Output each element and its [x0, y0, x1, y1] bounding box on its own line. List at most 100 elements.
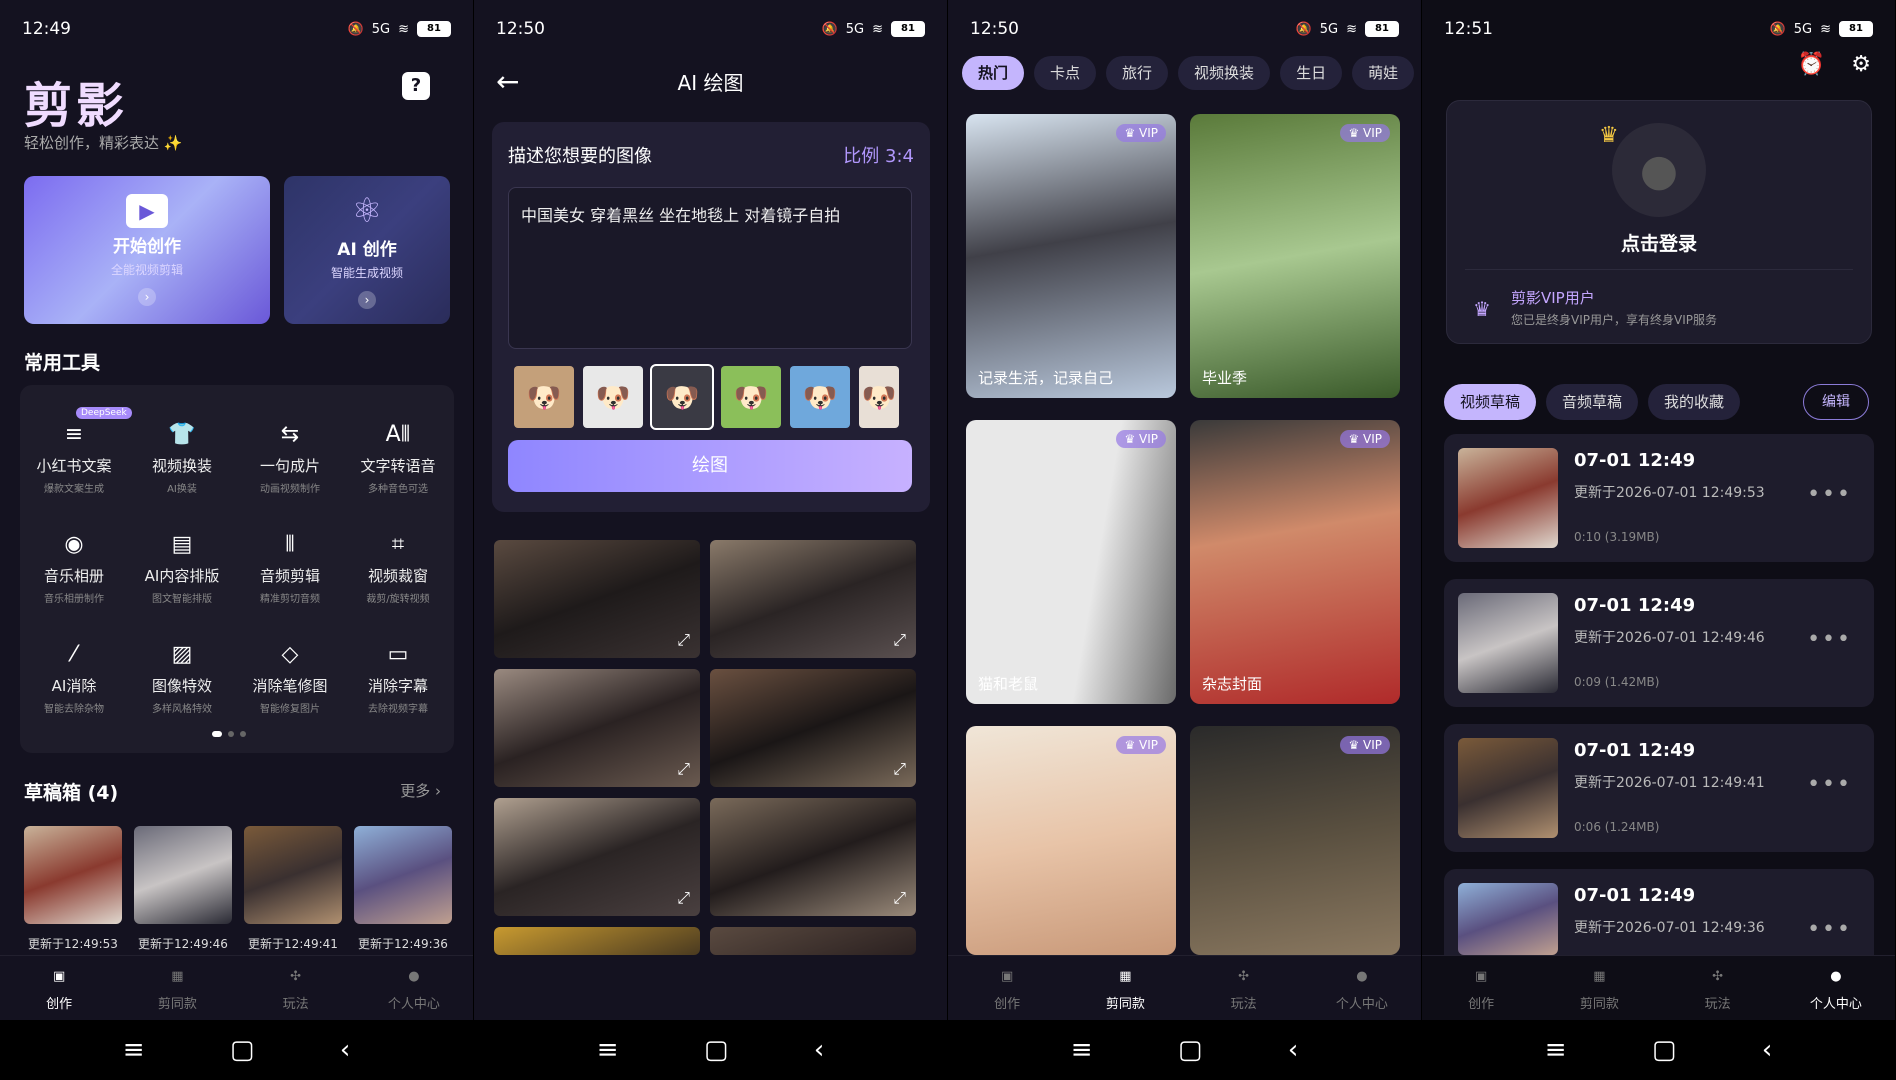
avatar[interactable]: ●	[1612, 123, 1706, 217]
template-title: 杂志封面	[1202, 675, 1263, 693]
chip-beat[interactable]: 卡点	[1034, 56, 1097, 90]
more-options-icon[interactable]: •••	[1807, 917, 1852, 942]
prompt-input[interactable]: 中国美女 穿着黑丝 坐在地毯上 对着镜子自拍	[508, 187, 912, 349]
draft-thumbnail[interactable]	[354, 826, 452, 924]
expand-icon[interactable]: ⤢	[677, 888, 690, 908]
template-card[interactable]: ♛ VIP	[1190, 726, 1400, 955]
edit-button[interactable]: 编辑	[1803, 384, 1869, 420]
more-options-icon[interactable]: •••	[1807, 482, 1852, 507]
menu-icon[interactable]: ≡	[597, 1035, 619, 1065]
template-card[interactable]: ♛ VIP 毕业季	[1190, 114, 1400, 398]
nav-create[interactable]: ▣ 创作	[1426, 956, 1536, 1020]
tool-item[interactable]: DeepSeek ≡ 小红书文案 爆款文案生成	[20, 407, 132, 495]
style-option[interactable]: 🐶	[583, 366, 643, 428]
draft-item[interactable]: 07-01 12:49 更新于2026-07-01 12:49:53 0:10 …	[1444, 434, 1874, 562]
chip-birthday[interactable]: 生日	[1280, 56, 1343, 90]
gear-icon[interactable]: ⚙	[1851, 52, 1871, 77]
generated-image[interactable]: ⤢	[710, 540, 916, 658]
generated-image[interactable]: ⤢	[494, 540, 700, 658]
tool-item[interactable]: ▭ 消除字幕 去除视频字幕	[344, 641, 452, 715]
nav-template[interactable]: ▦ 剪同款	[1070, 956, 1180, 1020]
status-time: 12:49	[22, 19, 71, 39]
style-option[interactable]: 🐶	[514, 366, 574, 428]
ai-create-card[interactable]: ⚛ AI 创作 智能生成视频 ›	[284, 176, 450, 324]
nav-profile[interactable]: ● 个人中心	[1307, 956, 1417, 1020]
home-icon[interactable]: ▢	[1652, 1035, 1677, 1065]
draft-item[interactable]: 07-01 12:49 更新于2026-07-01 12:49:36 •••	[1444, 869, 1874, 955]
generated-image[interactable]	[494, 927, 700, 955]
style-option[interactable]: 🐶	[859, 366, 899, 428]
back-icon[interactable]: ‹	[814, 1035, 824, 1065]
draft-label: 更新于12:49:46	[138, 937, 228, 951]
template-card[interactable]: ♛ VIP 杂志封面	[1190, 420, 1400, 704]
style-option[interactable]: 🐶	[721, 366, 781, 428]
draft-thumbnail[interactable]	[24, 826, 122, 924]
draft-thumbnail[interactable]	[244, 826, 342, 924]
expand-icon[interactable]: ⤢	[677, 630, 690, 650]
back-icon[interactable]: ‹	[340, 1035, 350, 1065]
home-icon[interactable]: ▢	[704, 1035, 729, 1065]
back-arrow-icon[interactable]: ←	[496, 65, 519, 98]
tool-item[interactable]: ▤ AI内容排版 图文智能排版	[128, 531, 236, 605]
home-icon[interactable]: ▢	[1178, 1035, 1203, 1065]
nav-play[interactable]: ✣ 玩法	[1663, 956, 1773, 1020]
menu-icon[interactable]: ≡	[1545, 1035, 1567, 1065]
login-button[interactable]: 点击登录	[1447, 229, 1871, 256]
generated-image[interactable]: ⤢	[710, 669, 916, 787]
tool-item[interactable]: ⌗ 视频裁窗 裁剪/旋转视频	[344, 531, 452, 605]
generated-image[interactable]: ⤢	[494, 798, 700, 916]
chip-travel[interactable]: 旅行	[1106, 56, 1169, 90]
generated-image[interactable]: ⤢	[710, 798, 916, 916]
draw-button[interactable]: 绘图	[508, 440, 912, 492]
expand-icon[interactable]: ⤢	[893, 759, 906, 779]
generated-image[interactable]	[710, 927, 916, 955]
tool-item[interactable]: ◉ 音乐相册 音乐相册制作	[20, 531, 128, 605]
menu-icon[interactable]: ≡	[1071, 1035, 1093, 1065]
chip-hot[interactable]: 热门	[962, 56, 1025, 90]
nav-profile[interactable]: ● 个人中心	[359, 956, 469, 1020]
nav-create[interactable]: ▣ 创作	[952, 956, 1062, 1020]
tool-item[interactable]: 👕 视频换装 AI换装	[128, 421, 236, 495]
help-button[interactable]: ?	[402, 72, 430, 100]
nav-play[interactable]: ✣ 玩法	[241, 956, 351, 1020]
more-options-icon[interactable]: •••	[1807, 627, 1852, 652]
tab-video-drafts[interactable]: 视频草稿	[1444, 384, 1537, 420]
alarm-icon[interactable]: ⏰	[1798, 52, 1825, 77]
tool-item[interactable]: ▨ 图像特效 多样风格特效	[128, 641, 236, 715]
template-card[interactable]: ♛ VIP	[966, 726, 1176, 955]
draft-thumbnail[interactable]	[134, 826, 232, 924]
draft-item[interactable]: 07-01 12:49 更新于2026-07-01 12:49:46 0:09 …	[1444, 579, 1874, 707]
chip-outfit[interactable]: 视频换装	[1178, 56, 1271, 90]
tool-item[interactable]: A⦀ 文字转语音 多种音色可选	[344, 421, 452, 495]
more-link[interactable]: 更多 ›	[400, 780, 441, 801]
chip-kids[interactable]: 萌娃	[1352, 56, 1415, 90]
more-options-icon[interactable]: •••	[1807, 772, 1852, 797]
draft-item[interactable]: 07-01 12:49 更新于2026-07-01 12:49:41 0:06 …	[1444, 724, 1874, 852]
back-icon[interactable]: ‹	[1288, 1035, 1298, 1065]
back-icon[interactable]: ‹	[1762, 1035, 1772, 1065]
ratio-selector[interactable]: 比例 3:4	[843, 142, 914, 168]
nav-template[interactable]: ▦ 剪同款	[122, 956, 232, 1020]
tool-item[interactable]: ⁄ AI消除 智能去除杂物	[20, 641, 128, 715]
tool-item[interactable]: ◇ 消除笔修图 智能修复图片	[236, 641, 344, 715]
tab-audio-drafts[interactable]: 音频草稿	[1546, 384, 1639, 420]
tool-item[interactable]: ⇆ 一句成片 动画视频制作	[236, 421, 344, 495]
template-card[interactable]: ♛ VIP 记录生活，记录自己	[966, 114, 1176, 398]
video-camera-icon: ▣	[1000, 969, 1014, 984]
start-create-card[interactable]: ▶ 开始创作 全能视频剪辑 ›	[24, 176, 270, 324]
tool-item[interactable]: ⦀ 音频剪辑 精准剪切音频	[236, 531, 344, 605]
style-option[interactable]: 🐶	[650, 364, 714, 430]
nav-play[interactable]: ✣ 玩法	[1189, 956, 1299, 1020]
nav-create[interactable]: ▣ 创作	[4, 956, 114, 1020]
nav-template[interactable]: ▦ 剪同款	[1544, 956, 1654, 1020]
expand-icon[interactable]: ⤢	[677, 759, 690, 779]
nav-profile[interactable]: ● 个人中心	[1781, 956, 1891, 1020]
generated-image[interactable]: ⤢	[494, 669, 700, 787]
expand-icon[interactable]: ⤢	[893, 888, 906, 908]
home-icon[interactable]: ▢	[230, 1035, 255, 1065]
tab-favorites[interactable]: 我的收藏	[1648, 384, 1741, 420]
menu-icon[interactable]: ≡	[123, 1035, 145, 1065]
template-card[interactable]: ♛ VIP 猫和老鼠	[966, 420, 1176, 704]
expand-icon[interactable]: ⤢	[893, 630, 906, 650]
style-option[interactable]: 🐶	[790, 366, 850, 428]
